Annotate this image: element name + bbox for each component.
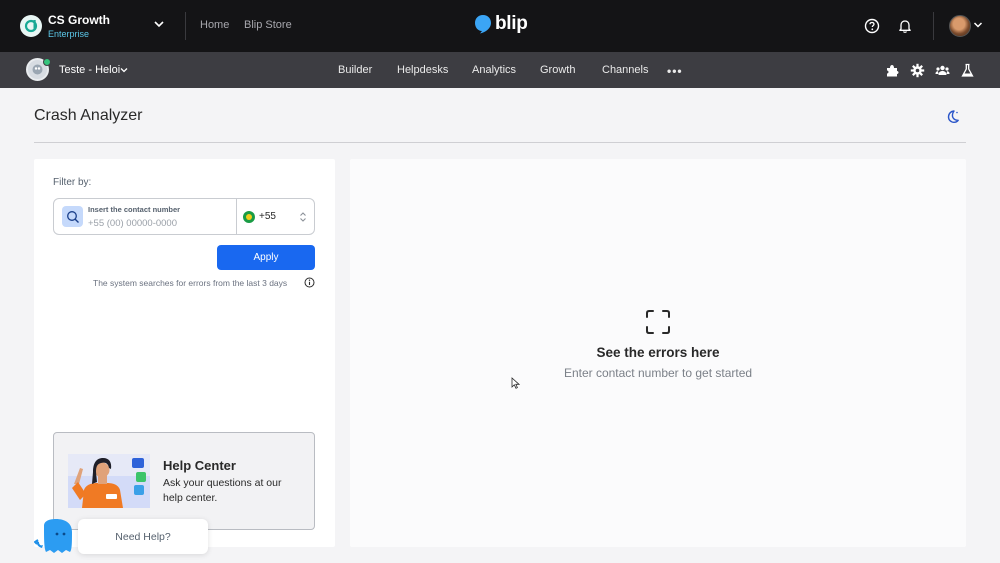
country-code-select[interactable]: +55 bbox=[259, 211, 276, 222]
mouse-cursor-icon bbox=[511, 377, 520, 389]
chevron-down-icon[interactable] bbox=[152, 17, 166, 31]
puzzle-icon[interactable] bbox=[885, 63, 900, 78]
nav-analytics[interactable]: Analytics bbox=[472, 64, 516, 76]
contact-number-input[interactable]: +55 (00) 00000-0000 bbox=[88, 218, 177, 229]
top-bar: CS Growth Enterprise Home Blip Store bli… bbox=[0, 0, 1000, 52]
search-icon bbox=[62, 206, 83, 227]
apply-button[interactable]: Apply bbox=[217, 245, 315, 270]
need-help-button[interactable]: Need Help? bbox=[78, 519, 208, 554]
divider bbox=[185, 12, 186, 40]
divider bbox=[34, 142, 966, 143]
divider bbox=[933, 12, 934, 40]
nav-builder[interactable]: Builder bbox=[338, 64, 372, 76]
search-hint: The system searches for errors from the … bbox=[93, 278, 288, 288]
filter-label: Filter by: bbox=[53, 177, 92, 188]
errors-panel: See the errors here Enter contact number… bbox=[350, 159, 966, 547]
help-center-card[interactable]: Help Center Ask your questions at our he… bbox=[53, 432, 315, 530]
bell-icon[interactable] bbox=[897, 18, 913, 34]
contact-number-field[interactable]: Insert the contact number +55 (00) 00000… bbox=[53, 198, 315, 235]
avatar[interactable] bbox=[949, 15, 971, 37]
chat-assistant-icon[interactable] bbox=[34, 518, 76, 554]
contact-number-label: Insert the contact number bbox=[88, 205, 181, 214]
chevron-down-icon[interactable] bbox=[119, 65, 129, 75]
blip-store-link[interactable]: Blip Store bbox=[244, 19, 292, 31]
bot-name[interactable]: Teste - Heloi bbox=[59, 64, 120, 76]
home-link[interactable]: Home bbox=[200, 19, 229, 31]
nav-helpdesks[interactable]: Helpdesks bbox=[397, 64, 448, 76]
brand-name: blip bbox=[495, 13, 528, 34]
org-name[interactable]: CS Growth bbox=[48, 13, 110, 27]
online-status-dot bbox=[43, 58, 51, 66]
scan-icon bbox=[646, 310, 670, 334]
users-icon[interactable] bbox=[935, 63, 950, 78]
help-center-text: Ask your questions at our help center. bbox=[163, 477, 282, 504]
info-icon[interactable] bbox=[304, 277, 315, 288]
org-plan: Enterprise bbox=[48, 29, 90, 39]
blip-logo-icon bbox=[475, 15, 491, 34]
select-arrows-icon[interactable] bbox=[299, 211, 307, 223]
brazil-flag-icon bbox=[243, 211, 255, 223]
help-circle-icon[interactable] bbox=[864, 18, 880, 34]
flask-icon[interactable] bbox=[960, 63, 975, 78]
divider bbox=[236, 199, 237, 234]
nav-growth[interactable]: Growth bbox=[540, 64, 575, 76]
more-icon[interactable]: ••• bbox=[667, 64, 683, 78]
bot-nav-bar: Teste - Heloi Builder Helpdesks Analytic… bbox=[0, 52, 1000, 88]
gear-icon[interactable] bbox=[910, 63, 925, 78]
moon-icon[interactable] bbox=[945, 109, 960, 124]
blip-logo[interactable]: blip bbox=[474, 13, 528, 35]
help-center-title: Help Center bbox=[163, 458, 236, 473]
nav-channels[interactable]: Channels bbox=[602, 64, 648, 76]
filter-panel: Filter by: Insert the contact number +55… bbox=[34, 159, 335, 547]
help-center-illustration bbox=[68, 454, 150, 508]
page-title: Crash Analyzer bbox=[34, 107, 143, 124]
org-logo[interactable] bbox=[20, 15, 42, 37]
chevron-down-icon[interactable] bbox=[972, 19, 984, 31]
empty-state-subtitle: Enter contact number to get started bbox=[563, 366, 753, 380]
empty-state-title: See the errors here bbox=[596, 345, 720, 360]
